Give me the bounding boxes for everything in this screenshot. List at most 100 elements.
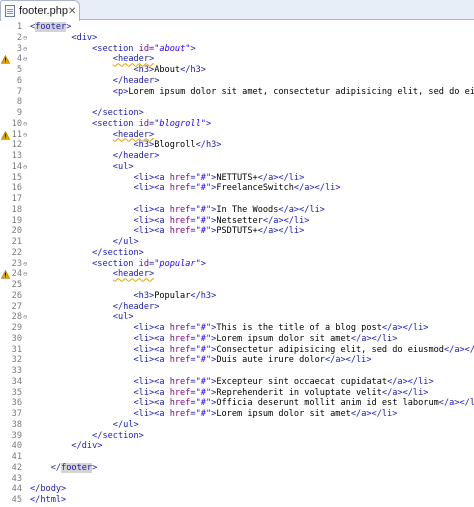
code-line[interactable]: 1 <footer>	[0, 22, 474, 33]
fold-toggle-icon[interactable]: ⊖	[23, 162, 29, 173]
code-line[interactable]: 6 </header>	[0, 76, 474, 87]
code-line[interactable]: 40 </div>	[0, 441, 474, 452]
code-text: <li><a href="#">Netsetter</a></li>	[133, 215, 310, 226]
code-line[interactable]: 32 <li><a href="#">Duis aute irure dolor…	[0, 355, 474, 366]
code-line[interactable]: 21 </ul>	[0, 237, 474, 248]
code-line[interactable]: 39 </section>	[0, 431, 474, 442]
code-text: <section id="about">	[92, 43, 196, 54]
code-line[interactable]: 22 </section>	[0, 248, 474, 259]
code-line[interactable]: 26 <h3>Popular</h3>	[0, 291, 474, 302]
line-number: 20	[11, 226, 22, 237]
line-number: 28	[11, 312, 22, 323]
code-text: <li><a href="#">Duis aute irure dolor</a…	[133, 355, 372, 366]
code-text: </body>	[30, 484, 67, 495]
code-text: <header>	[112, 129, 155, 140]
line-number: 29	[11, 323, 22, 333]
close-icon[interactable]: ✕	[68, 6, 76, 17]
code-line[interactable]: 14 ⊖ <ul>	[0, 162, 474, 173]
code-text: <li><a href="#">FreelanceSwitch</a></li>	[133, 183, 341, 194]
line-number: 11	[11, 129, 22, 140]
code-text: </header>	[112, 301, 160, 312]
code-line[interactable]: 7 <p>Lorem ipsum dolor sit amet, consect…	[0, 87, 474, 98]
line-number: 2	[16, 32, 22, 43]
code-line[interactable]: 10 ⊖ <section id="blogroll">	[0, 119, 474, 130]
fold-toggle-icon[interactable]: ⊖	[23, 269, 29, 280]
line-number: 5	[16, 65, 22, 75]
code-line[interactable]: 35 <li><a href="#">Reprehenderit in volu…	[0, 388, 474, 399]
line-number: 26	[11, 290, 22, 301]
code-text: <header>	[112, 269, 155, 280]
line-number: 13	[11, 151, 22, 161]
code-line[interactable]: 28 ⊖ <ul>	[0, 312, 474, 323]
line-number: 34	[11, 376, 22, 387]
code-line[interactable]: 41	[0, 452, 474, 463]
line-number: 8	[16, 97, 22, 108]
fold-toggle-icon[interactable]: ⊖	[23, 119, 29, 130]
code-text: <li><a href="#">Excepteur sint occaecat …	[133, 376, 434, 387]
code-line[interactable]: 2 ⊖ <div>	[0, 33, 474, 44]
fold-toggle-icon[interactable]: ⊖	[23, 54, 29, 65]
code-line[interactable]: 34 <li><a href="#">Excepteur sint occaec…	[0, 377, 474, 388]
line-number: 45	[11, 495, 22, 505]
code-line[interactable]: 16 <li><a href="#">FreelanceSwitch</a></…	[0, 183, 474, 194]
code-line[interactable]: 42 </footer>	[0, 462, 474, 474]
code-line[interactable]: 13 </header>	[0, 151, 474, 162]
code-line[interactable]: 19 <li><a href="#">Netsetter</a></li>	[0, 216, 474, 227]
line-number: 16	[11, 183, 22, 194]
line-number: 18	[11, 204, 22, 215]
code-line[interactable]: 8	[0, 97, 474, 108]
code-line[interactable]: 24 ⊖ <header>	[0, 269, 474, 280]
code-text: <p>Lorem ipsum dolor sit amet, consectet…	[112, 86, 474, 97]
fold-toggle-icon[interactable]: ⊖	[23, 33, 29, 44]
fold-toggle-icon[interactable]: ⊖	[23, 259, 29, 270]
fold-toggle-icon[interactable]: ⊖	[23, 44, 29, 55]
code-text: <header>	[112, 54, 155, 65]
code-line[interactable]: 3 ⊖ <section id="about">	[0, 44, 474, 55]
code-text: <footer>	[30, 22, 72, 32]
code-line[interactable]: 33	[0, 366, 474, 377]
code-line[interactable]: 15 <li><a href="#">NETTUTS+</a></li>	[0, 173, 474, 184]
code-line[interactable]: 5 <h3>About</h3>	[0, 65, 474, 76]
code-line[interactable]: 23 ⊖ <section id="popular">	[0, 259, 474, 270]
code-text: <h3>About</h3>	[133, 65, 206, 75]
code-line[interactable]: 45 </html>	[0, 495, 474, 506]
code-text: <h3>Blogroll</h3>	[133, 140, 222, 151]
tab-label: footer.php	[19, 5, 68, 17]
code-line[interactable]: 38 </ul>	[0, 420, 474, 431]
code-line[interactable]: 31 <li><a href="#">Consectetur adipisici…	[0, 345, 474, 356]
line-number: 22	[11, 247, 22, 258]
code-line[interactable]: 20 <li><a href="#">PSDTUTS+</a></li>	[0, 226, 474, 237]
code-text: </header>	[112, 75, 160, 86]
line-number: 39	[11, 430, 22, 441]
code-text: <h3>Popular</h3>	[133, 290, 217, 301]
code-text: <li><a href="#">Lorem ipsum dolor sit am…	[133, 333, 398, 344]
code-text: </header>	[112, 151, 160, 161]
code-line[interactable]: 30 <li><a href="#">Lorem ipsum dolor sit…	[0, 334, 474, 345]
code-text: </ul>	[112, 237, 139, 247]
code-line[interactable]: 29 <li><a href="#">This is the title of …	[0, 323, 474, 334]
line-number: 1	[16, 22, 22, 32]
code-line[interactable]: 43	[0, 474, 474, 485]
code-line[interactable]: 37 <li><a href="#">Lorem ipsum dolor sit…	[0, 409, 474, 420]
line-number: 3	[16, 43, 22, 54]
code-line[interactable]: 25	[0, 280, 474, 291]
code-line[interactable]: 44 </body>	[0, 484, 474, 495]
line-number: 33	[11, 366, 22, 376]
code-line[interactable]: 36 <li><a href="#">Officia deserunt moll…	[0, 398, 474, 409]
line-number: 35	[11, 387, 22, 398]
code-text: <div>	[71, 32, 98, 43]
code-line[interactable]: 12 <h3>Blogroll</h3>	[0, 140, 474, 151]
code-line[interactable]: 4 ⊖ <header>	[0, 54, 474, 65]
tab-footer-php[interactable]: footer.php ✕	[0, 0, 80, 21]
line-number: 38	[11, 419, 22, 430]
code-line[interactable]: 17	[0, 194, 474, 205]
code-editor[interactable]: 1 <footer> 2 ⊖ <div> 3 ⊖ <section id="about">…	[0, 21, 474, 507]
code-text: <section id="popular">	[92, 258, 206, 269]
fold-toggle-icon[interactable]: ⊖	[23, 130, 29, 141]
code-line[interactable]: 18 <li><a href="#">In The Woods</a></li>	[0, 205, 474, 216]
code-text: </section>	[92, 247, 144, 258]
code-line[interactable]: 11 ⊖ <header>	[0, 130, 474, 141]
code-line[interactable]: 27 </header>	[0, 302, 474, 313]
code-line[interactable]: 9 </section>	[0, 108, 474, 119]
fold-toggle-icon[interactable]: ⊖	[23, 312, 29, 323]
